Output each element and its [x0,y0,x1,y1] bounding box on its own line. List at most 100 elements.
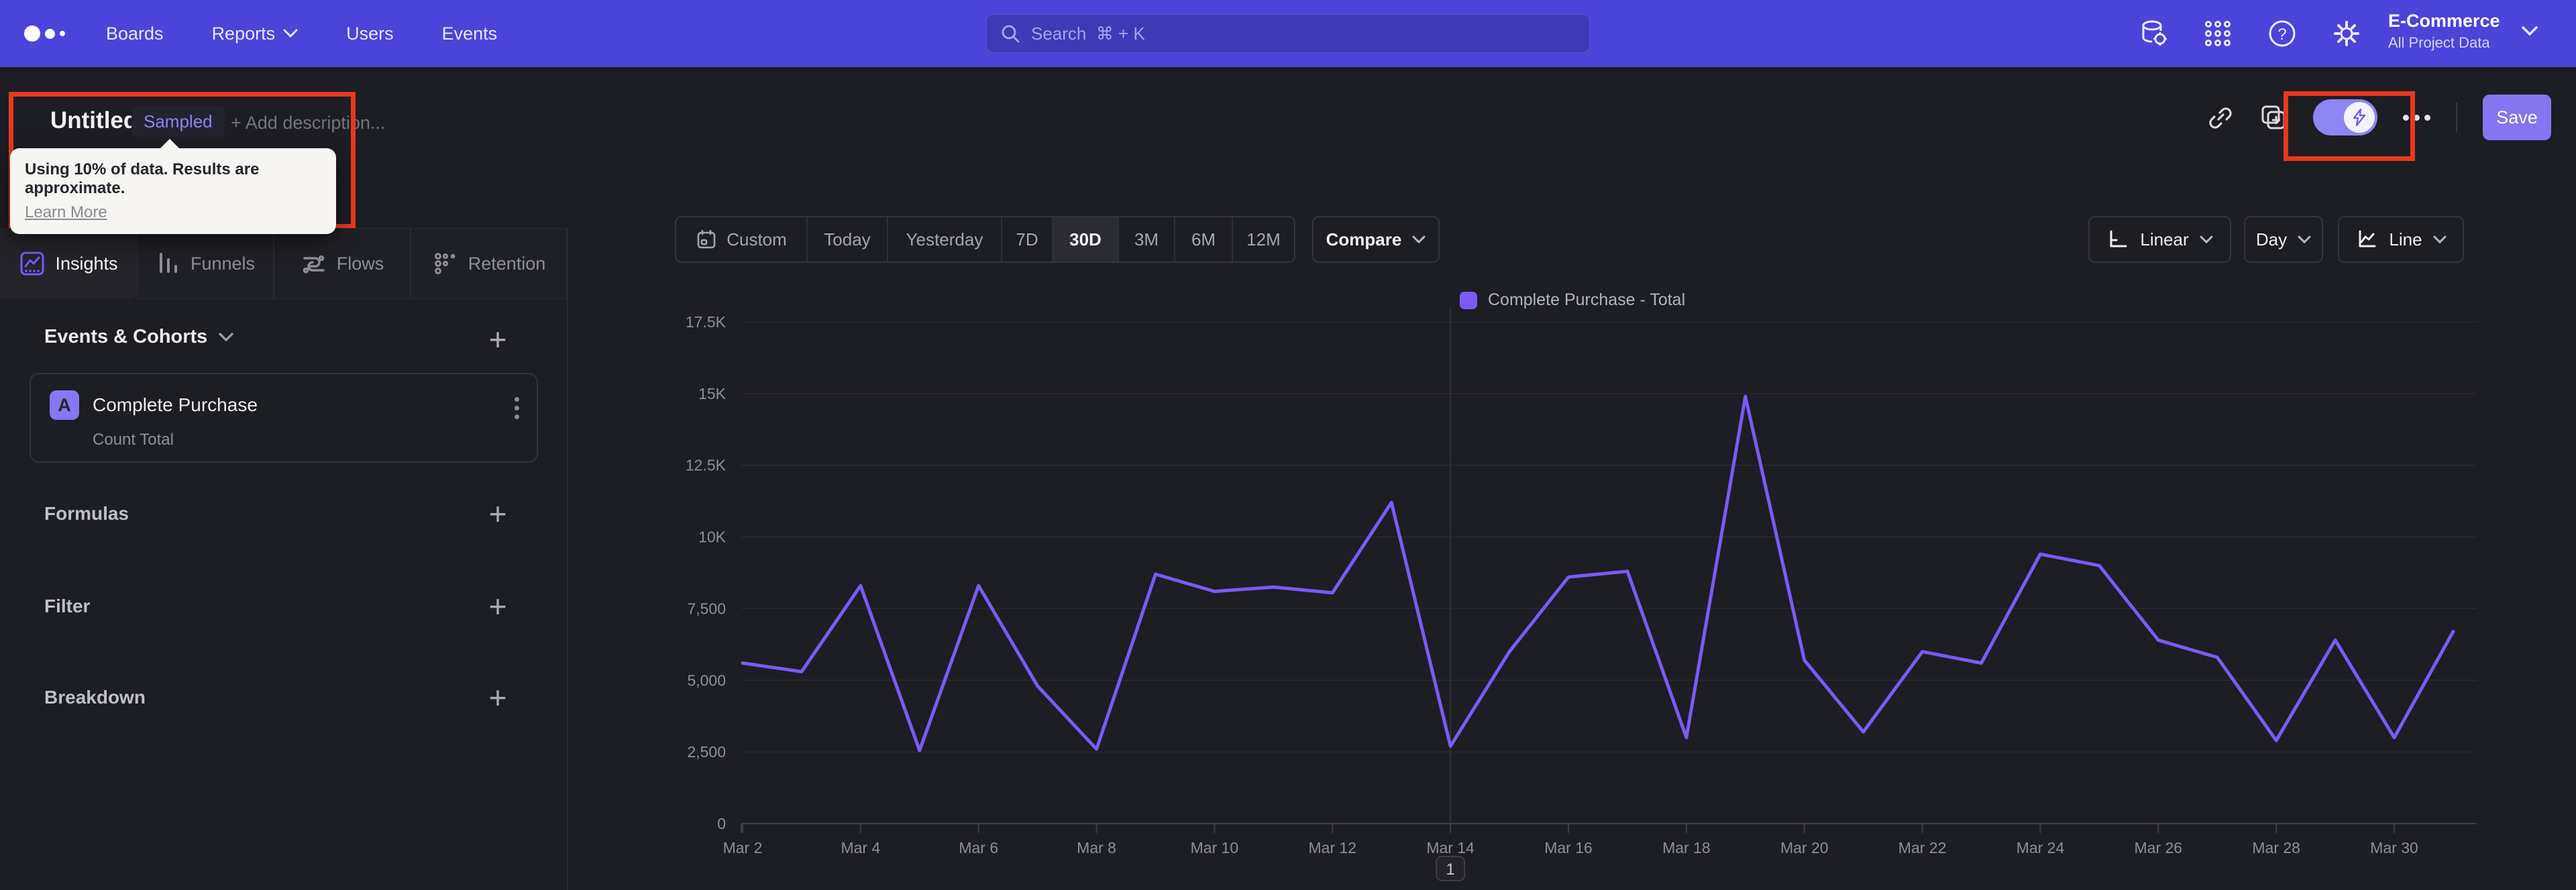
date-range-group: Custom Today Yesterday 7D 30D 3M 6M 12M [675,216,1295,263]
project-name: E-Commerce [2388,11,2500,31]
add-breakdown-button[interactable]: + [482,680,514,715]
range-today[interactable]: Today [808,217,888,262]
sidebar-divider [567,228,568,890]
section-formulas: Formulas [44,503,129,524]
gear-icon[interactable] [2332,19,2361,48]
svg-text:7,500: 7,500 [687,600,726,617]
svg-text:Mar 14: Mar 14 [1426,839,1474,856]
sampling-tooltip: Using 10% of data. Results are approxima… [10,139,336,234]
chevron-down-icon [283,29,298,38]
tab-funnels[interactable]: Funnels [137,228,274,299]
range-3m[interactable]: 3M [1119,217,1175,262]
svg-text:Mar 24: Mar 24 [2017,839,2065,856]
svg-text:10K: 10K [698,529,727,546]
series-complete-purchase[interactable] [741,394,2455,753]
event-card[interactable]: A Complete Purchase Count Total [30,373,538,463]
range-12m[interactable]: 12M [1233,217,1294,262]
range-6m[interactable]: 6M [1175,217,1233,262]
compare-button[interactable]: Compare [1312,216,1440,263]
linear-scale-icon [2110,230,2127,247]
svg-text:Mar 12: Mar 12 [1309,839,1357,856]
range-yesterday[interactable]: Yesterday [888,217,1002,262]
event-metric[interactable]: Count Total [93,431,174,449]
search-bar[interactable] [986,14,1590,53]
add-event-button[interactable]: + [482,322,514,357]
learn-more-link[interactable]: Learn More [25,203,107,222]
project-scope: All Project Data [2388,34,2490,51]
svg-text:Mar 2: Mar 2 [723,839,763,856]
help-icon[interactable]: ? [2267,19,2297,48]
event-menu-button[interactable] [515,397,519,419]
tab-insights[interactable]: Insights [0,228,137,299]
svg-text:Mar 30: Mar 30 [2370,839,2418,856]
legend-swatch [1460,291,1477,309]
svg-text:Mar 26: Mar 26 [2135,839,2183,856]
legend-label: Complete Purchase - Total [1488,290,1686,309]
nav-item-reports[interactable]: Reports [212,23,299,44]
tooltip-arrow [159,139,180,150]
chevron-down-icon [219,333,234,342]
chevron-down-icon [2200,235,2213,243]
search-input[interactable] [1031,23,1576,44]
project-switcher[interactable]: E-Commerce All Project Data [2388,11,2500,52]
svg-text:Mar 20: Mar 20 [1780,839,1829,856]
tab-flows[interactable]: Flows [274,228,411,299]
scale-dropdown[interactable]: Linear [2088,216,2231,263]
chart-legend[interactable]: Complete Purchase - Total [1460,290,1685,310]
share-link-icon[interactable] [2207,104,2234,131]
top-nav: Boards Reports Users Events ? E-Commerce… [0,0,2576,67]
tab-retention[interactable]: Retention [411,228,567,299]
save-button[interactable]: Save [2483,95,2551,140]
apps-grid-icon[interactable] [2203,19,2233,48]
svg-text:15K: 15K [698,385,727,402]
search-icon [1002,25,1020,43]
retention-icon [434,253,455,274]
chevron-down-icon [2298,235,2311,243]
svg-text:1: 1 [1446,860,1454,879]
flows-icon [303,255,325,274]
svg-text:5,000: 5,000 [687,671,726,689]
section-filter: Filter [44,596,91,616]
report-tabs: Insights Funnels Flows Retention [0,228,567,299]
svg-text:2,500: 2,500 [687,743,726,761]
actions-divider [2456,103,2457,132]
chevron-down-icon [2433,235,2447,243]
chart-type-dropdown[interactable]: Line [2338,216,2464,263]
tooltip-message: Using 10% of data. Results are approxima… [25,160,260,197]
svg-text:Mar 6: Mar 6 [959,839,998,856]
svg-text:12.5K: 12.5K [686,457,727,474]
project-chevron-down-icon[interactable] [2521,25,2538,38]
insights-icon [20,252,44,276]
svg-text:Mar 16: Mar 16 [1544,839,1593,856]
calendar-icon [697,230,716,249]
add-formula-button[interactable]: + [482,496,514,531]
annotation-marker[interactable]: 1 [1436,856,1465,881]
interval-dropdown[interactable]: Day [2244,216,2323,263]
svg-text:?: ? [2277,25,2286,44]
svg-text:0: 0 [717,815,726,832]
add-filter-button[interactable]: + [482,589,514,624]
mixpanel-logo[interactable] [24,0,65,67]
annotation-red-box-toggle [2284,91,2415,161]
nav-icon-cluster: ? [2139,0,2361,67]
event-name[interactable]: Complete Purchase [93,394,258,416]
chevron-down-icon [1412,235,1426,243]
svg-text:Mar 4: Mar 4 [841,839,880,856]
svg-text:Mar 28: Mar 28 [2252,839,2300,856]
nav-item-boards[interactable]: Boards [106,23,164,44]
range-custom[interactable]: Custom [676,217,808,262]
svg-text:Mar 8: Mar 8 [1077,839,1116,856]
svg-text:Mar 22: Mar 22 [1898,839,1947,856]
data-management-icon[interactable] [2139,19,2168,48]
svg-text:Mar 10: Mar 10 [1191,839,1239,856]
range-30d[interactable]: 30D [1053,217,1119,262]
events-cohorts-heading[interactable]: Events & Cohorts [44,326,234,348]
range-7d[interactable]: 7D [1002,217,1053,262]
svg-text:17.5K: 17.5K [686,313,727,331]
nav-item-users[interactable]: Users [346,23,394,44]
event-badge: A [50,390,79,420]
funnels-icon [159,253,177,273]
nav-item-events[interactable]: Events [442,23,498,44]
section-breakdown: Breakdown [44,687,146,708]
svg-text:Mar 18: Mar 18 [1662,839,1711,856]
